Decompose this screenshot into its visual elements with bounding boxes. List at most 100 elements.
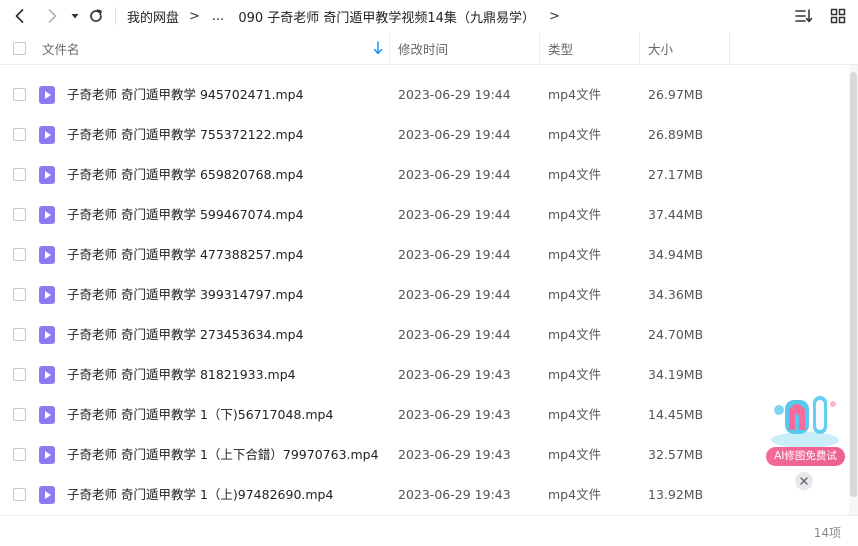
row-checkbox[interactable] <box>13 408 26 421</box>
column-name-label: 文件名 <box>42 41 80 57</box>
file-size: 27.17MB <box>648 167 704 182</box>
row-checkbox[interactable] <box>13 288 26 301</box>
column-divider[interactable] <box>389 32 390 64</box>
row-checkbox[interactable] <box>13 168 26 181</box>
video-file-icon <box>39 126 55 144</box>
file-type: mp4文件 <box>548 367 602 382</box>
column-size-label: 大小 <box>648 41 674 57</box>
file-size: 26.89MB <box>648 127 704 142</box>
file-row[interactable]: 子奇老师 奇门遁甲教学 755372122.mp4 2023-06-29 19:… <box>0 115 848 155</box>
video-file-icon <box>39 486 55 504</box>
caret-down-icon <box>71 14 79 19</box>
file-modified: 2023-06-29 19:44 <box>398 207 511 222</box>
column-divider[interactable] <box>639 32 640 64</box>
breadcrumb: 我的网盘 > ... 090 子奇老师 奇门遁甲教学视频14集（九鼎易学） > <box>127 0 572 32</box>
file-list: 子奇老师 奇门遁甲教学 945702471.mp4 2023-06-29 19:… <box>0 75 848 515</box>
file-size: 32.57MB <box>648 447 704 462</box>
file-name[interactable]: 子奇老师 奇门遁甲教学 399314797.mp4 <box>67 275 304 315</box>
file-row[interactable]: 子奇老师 奇门遁甲教学 599467074.mp4 2023-06-29 19:… <box>0 195 848 235</box>
file-name[interactable]: 子奇老师 奇门遁甲教学 477388257.mp4 <box>67 235 304 275</box>
ai-promo-label[interactable]: AI修图免费试 <box>766 447 845 466</box>
file-modified: 2023-06-29 19:44 <box>398 287 511 302</box>
video-file-icon <box>39 166 55 184</box>
file-type: mp4文件 <box>548 127 602 142</box>
sort-button[interactable] <box>794 6 814 26</box>
forward-button[interactable] <box>42 6 62 26</box>
toolbar-divider <box>115 7 116 25</box>
file-size: 34.19MB <box>648 367 704 382</box>
file-size: 24.70MB <box>648 327 704 342</box>
file-row[interactable]: 子奇老师 奇门遁甲教学 945702471.mp4 2023-06-29 19:… <box>0 75 848 115</box>
select-all-checkbox[interactable] <box>13 41 26 55</box>
file-row[interactable]: 子奇老师 奇门遁甲教学 81821933.mp4 2023-06-29 19:4… <box>0 355 848 395</box>
column-divider[interactable] <box>729 32 730 64</box>
file-row[interactable]: 子奇老师 奇门遁甲教学 477388257.mp4 2023-06-29 19:… <box>0 235 848 275</box>
file-modified: 2023-06-29 19:44 <box>398 327 511 342</box>
row-checkbox[interactable] <box>13 128 26 141</box>
file-name[interactable]: 子奇老师 奇门遁甲教学 945702471.mp4 <box>67 75 304 115</box>
column-header: 文件名 修改时间 类型 大小 <box>0 32 858 65</box>
column-type[interactable]: 类型 <box>548 32 573 64</box>
sort-arrow-down-icon[interactable] <box>373 41 383 55</box>
ai-promo-badge[interactable]: AI修图免费试 <box>763 390 845 470</box>
item-count: 14项 <box>813 526 841 540</box>
grid-view-icon <box>830 8 846 24</box>
column-name[interactable]: 文件名 <box>42 32 80 64</box>
ai-promo-close-button[interactable] <box>795 472 813 490</box>
file-row[interactable]: 子奇老师 奇门遁甲教学 1（上下合錯）79970763.mp4 2023-06-… <box>0 435 848 475</box>
row-checkbox[interactable] <box>13 88 26 101</box>
file-name[interactable]: 子奇老师 奇门遁甲教学 1（下)56717048.mp4 <box>67 395 333 435</box>
file-modified: 2023-06-29 19:43 <box>398 407 511 422</box>
file-row[interactable]: 子奇老师 奇门遁甲教学 1（上)97482690.mp4 2023-06-29 … <box>0 475 848 515</box>
file-modified: 2023-06-29 19:43 <box>398 367 511 382</box>
row-checkbox[interactable] <box>13 448 26 461</box>
breadcrumb-current[interactable]: 090 子奇老师 奇门遁甲教学视频14集（九鼎易学） <box>238 7 535 26</box>
file-row[interactable]: 子奇老师 奇门遁甲教学 399314797.mp4 2023-06-29 19:… <box>0 275 848 315</box>
video-file-icon <box>39 406 55 424</box>
history-dropdown-button[interactable] <box>65 6 85 26</box>
sort-list-icon <box>795 9 813 23</box>
video-file-icon <box>39 286 55 304</box>
file-type: mp4文件 <box>548 287 602 302</box>
file-type: mp4文件 <box>548 87 602 102</box>
file-name[interactable]: 子奇老师 奇门遁甲教学 1（上)97482690.mp4 <box>67 475 333 515</box>
ai-mascot-icon <box>771 396 839 448</box>
file-modified: 2023-06-29 19:44 <box>398 247 511 262</box>
column-modified[interactable]: 修改时间 <box>398 32 448 64</box>
file-name[interactable]: 子奇老师 奇门遁甲教学 273453634.mp4 <box>67 315 304 355</box>
file-name[interactable]: 子奇老师 奇门遁甲教学 755372122.mp4 <box>67 115 304 155</box>
file-type: mp4文件 <box>548 487 602 502</box>
column-modified-label: 修改时间 <box>398 41 449 57</box>
file-size: 34.94MB <box>648 247 704 262</box>
breadcrumb-ellipsis[interactable]: ... <box>212 9 224 24</box>
file-name[interactable]: 子奇老师 奇门遁甲教学 599467074.mp4 <box>67 195 304 235</box>
refresh-button[interactable] <box>86 6 106 26</box>
file-name[interactable]: 子奇老师 奇门遁甲教学 1（上下合錯）79970763.mp4 <box>67 435 379 475</box>
row-checkbox[interactable] <box>13 488 26 501</box>
row-checkbox[interactable] <box>13 248 26 261</box>
file-modified: 2023-06-29 19:43 <box>398 487 511 502</box>
status-bar: 14项 <box>0 515 858 546</box>
file-row[interactable]: 子奇老师 奇门遁甲教学 659820768.mp4 2023-06-29 19:… <box>0 155 848 195</box>
breadcrumb-root[interactable]: 我的网盘 <box>127 7 179 26</box>
back-button[interactable] <box>10 6 30 26</box>
file-row[interactable]: 子奇老师 奇门遁甲教学 1（下)56717048.mp4 2023-06-29 … <box>0 395 848 435</box>
breadcrumb-separator-icon: > <box>548 8 560 24</box>
file-name[interactable]: 子奇老师 奇门遁甲教学 659820768.mp4 <box>67 155 304 195</box>
file-size: 37.44MB <box>648 207 704 222</box>
row-checkbox[interactable] <box>13 328 26 341</box>
column-size[interactable]: 大小 <box>648 32 673 64</box>
grid-view-button[interactable] <box>828 6 848 26</box>
video-file-icon <box>39 366 55 384</box>
row-checkbox[interactable] <box>13 368 26 381</box>
file-name[interactable]: 子奇老师 奇门遁甲教学 81821933.mp4 <box>67 355 296 395</box>
column-divider[interactable] <box>539 32 540 64</box>
scrollbar-thumb[interactable] <box>850 72 857 497</box>
file-modified: 2023-06-29 19:43 <box>398 447 511 462</box>
file-modified: 2023-06-29 19:44 <box>398 167 511 182</box>
file-type: mp4文件 <box>548 247 602 262</box>
video-file-icon <box>39 246 55 264</box>
file-row[interactable]: 子奇老师 奇门遁甲教学 273453634.mp4 2023-06-29 19:… <box>0 315 848 355</box>
file-modified: 2023-06-29 19:44 <box>398 87 511 102</box>
row-checkbox[interactable] <box>13 208 26 221</box>
